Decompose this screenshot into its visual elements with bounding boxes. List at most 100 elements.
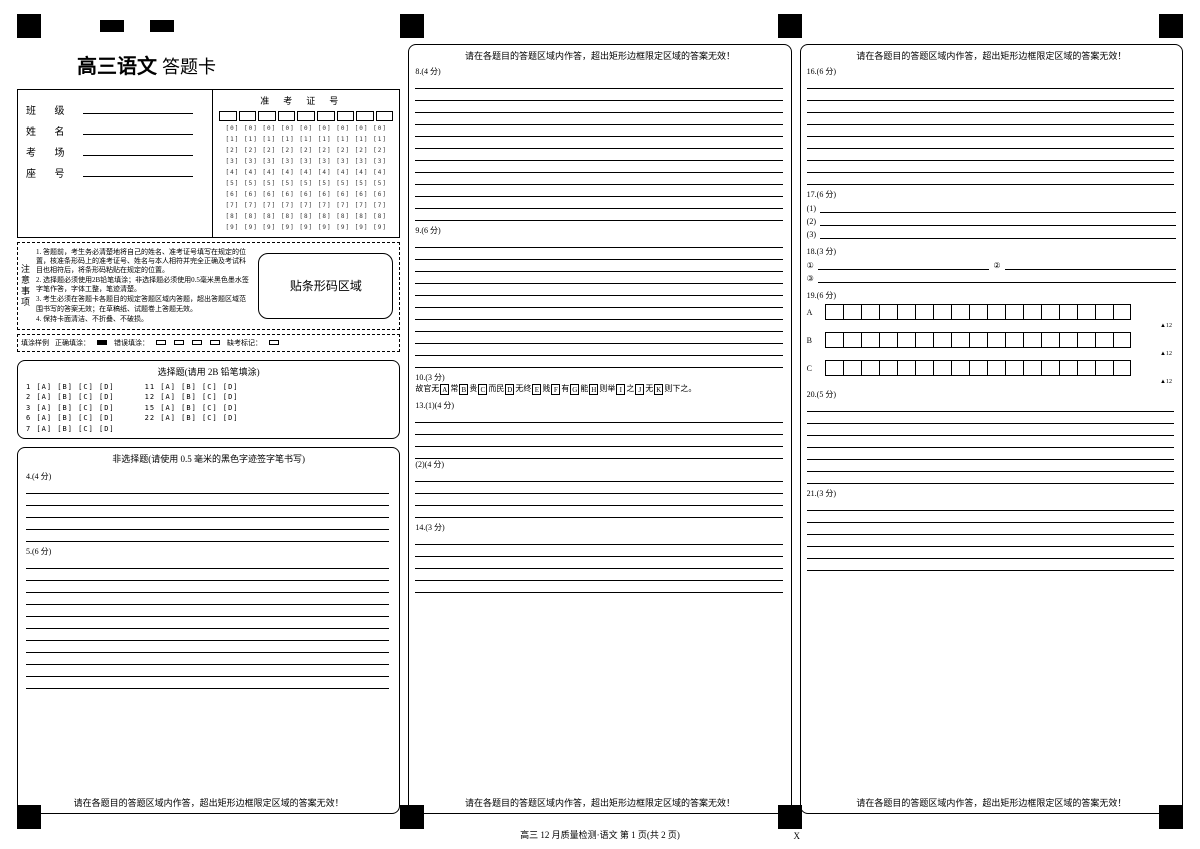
answer-line[interactable] (26, 629, 389, 641)
answer-line[interactable] (807, 101, 1174, 113)
answer-line[interactable] (807, 460, 1174, 472)
answer-line[interactable] (415, 470, 782, 482)
char-grid[interactable] (825, 332, 1176, 348)
answer-line[interactable] (415, 482, 782, 494)
answer-line[interactable] (26, 581, 389, 593)
answer-line[interactable] (807, 547, 1174, 559)
answer-line[interactable] (415, 272, 782, 284)
answer-line[interactable] (415, 344, 782, 356)
id-bubbles[interactable]: [0] [0] [0] [0] [0] [0] [0] [0] [0] [1] … (217, 123, 395, 233)
answer-line[interactable] (26, 569, 389, 581)
exam-id-grid[interactable] (217, 109, 395, 123)
answer-line[interactable] (807, 535, 1174, 547)
answer-line[interactable] (807, 559, 1174, 571)
answer-line[interactable] (807, 400, 1174, 412)
q10-choice-box[interactable]: E (532, 384, 541, 395)
q10-choice-box[interactable]: I (616, 384, 625, 395)
answer-line[interactable] (415, 113, 782, 125)
answer-line[interactable] (807, 113, 1174, 125)
mc-bubbles[interactable]: 1 [A] [B] [C] [D]2 [A] [B] [C] [D]3 [A] … (26, 382, 391, 435)
q10-choice-box[interactable]: H (589, 384, 598, 395)
answer-line[interactable] (415, 260, 782, 272)
q10-choice-box[interactable]: G (570, 384, 579, 395)
answer-line[interactable] (415, 248, 782, 260)
answer-line[interactable] (26, 605, 389, 617)
answer-line[interactable] (26, 518, 389, 530)
q10-choice-box[interactable]: K (654, 384, 663, 395)
answer-line[interactable] (807, 448, 1174, 460)
answer-line[interactable] (26, 530, 389, 542)
answer-line[interactable] (26, 677, 389, 689)
answer-line[interactable] (415, 296, 782, 308)
answer-line[interactable] (818, 260, 990, 270)
answer-line[interactable] (807, 412, 1174, 424)
answer-line[interactable] (415, 89, 782, 101)
answer-line[interactable] (807, 424, 1174, 436)
q10-choice-box[interactable]: A (440, 384, 449, 395)
name-input[interactable] (83, 134, 193, 135)
barcode-area[interactable]: 贴条形码区域 (258, 253, 393, 319)
q10-choice-box[interactable]: B (459, 384, 468, 395)
answer-line[interactable] (415, 149, 782, 161)
answer-line[interactable] (820, 229, 1176, 239)
answer-line[interactable] (415, 236, 782, 248)
answer-line[interactable] (415, 447, 782, 459)
answer-line[interactable] (415, 101, 782, 113)
char-grid[interactable] (825, 304, 1176, 320)
room-input[interactable] (83, 155, 193, 156)
q10-choice-box[interactable]: D (505, 384, 514, 395)
answer-line[interactable] (415, 284, 782, 296)
seat-input[interactable] (83, 176, 193, 177)
answer-line[interactable] (415, 125, 782, 137)
answer-line[interactable] (807, 511, 1174, 523)
answer-line[interactable] (818, 273, 1176, 283)
answer-line[interactable] (415, 173, 782, 185)
answer-line[interactable] (415, 185, 782, 197)
answer-line[interactable] (415, 581, 782, 593)
q10-text[interactable]: 故官无A常B贵C而民D无终E贱F有G能H则举I之J无K则下之。 (415, 383, 784, 396)
answer-line[interactable] (415, 197, 782, 209)
answer-line[interactable] (807, 523, 1174, 535)
answer-line[interactable] (807, 77, 1174, 89)
answer-line[interactable] (415, 423, 782, 435)
answer-line[interactable] (26, 665, 389, 677)
answer-line[interactable] (415, 209, 782, 221)
answer-line[interactable] (26, 506, 389, 518)
answer-line[interactable] (26, 557, 389, 569)
answer-line[interactable] (415, 411, 782, 423)
answer-line[interactable] (415, 569, 782, 581)
answer-line[interactable] (820, 203, 1176, 213)
answer-line[interactable] (26, 653, 389, 665)
answer-line[interactable] (415, 137, 782, 149)
answer-line[interactable] (415, 435, 782, 447)
answer-line[interactable] (807, 436, 1174, 448)
answer-line[interactable] (807, 472, 1174, 484)
answer-line[interactable] (415, 494, 782, 506)
absent-mark-icon[interactable] (269, 340, 279, 345)
answer-line[interactable] (415, 557, 782, 569)
answer-line[interactable] (26, 482, 389, 494)
answer-line[interactable] (26, 641, 389, 653)
answer-line[interactable] (807, 137, 1174, 149)
q10-choice-box[interactable]: C (478, 384, 487, 395)
answer-line[interactable] (415, 332, 782, 344)
answer-line[interactable] (807, 125, 1174, 137)
answer-line[interactable] (415, 308, 782, 320)
char-grid[interactable] (825, 360, 1176, 376)
class-input[interactable] (83, 113, 193, 114)
answer-line[interactable] (1005, 260, 1177, 270)
answer-line[interactable] (807, 499, 1174, 511)
answer-line[interactable] (415, 545, 782, 557)
answer-line[interactable] (26, 593, 389, 605)
answer-line[interactable] (820, 216, 1176, 226)
answer-line[interactable] (415, 320, 782, 332)
answer-line[interactable] (415, 77, 782, 89)
answer-line[interactable] (807, 149, 1174, 161)
answer-line[interactable] (415, 533, 782, 545)
answer-line[interactable] (807, 161, 1174, 173)
answer-line[interactable] (26, 617, 389, 629)
q10-choice-box[interactable]: J (635, 384, 644, 395)
answer-line[interactable] (807, 173, 1174, 185)
answer-line[interactable] (415, 356, 782, 368)
answer-line[interactable] (415, 506, 782, 518)
